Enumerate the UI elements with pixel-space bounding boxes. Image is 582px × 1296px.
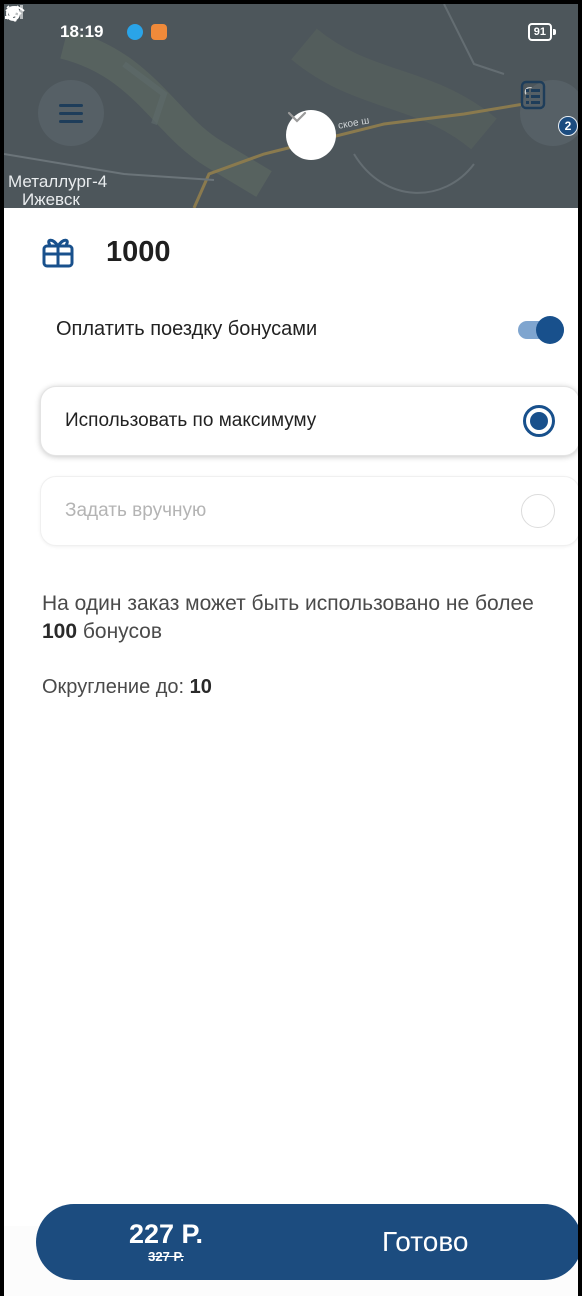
option-use-maximum-radio[interactable] (523, 405, 555, 437)
bonus-limit-text: На один заказ может быть использовано не… (42, 590, 562, 646)
price-box: 227 Р. 327 Р. (36, 1219, 296, 1265)
orders-button[interactable] (520, 80, 578, 146)
map-label-city: Ижевск (22, 190, 80, 208)
bonus-limit-prefix: На один заказ может быть использовано не… (42, 592, 534, 615)
bonus-limit-value: 100 (42, 620, 78, 643)
rounding-label: Округление до: (42, 676, 190, 698)
rounding-text: Округление до: 10 (42, 676, 212, 699)
bonus-balance-row: 1000 (40, 234, 171, 270)
toggle-thumb (536, 316, 564, 344)
collapse-button[interactable] (286, 110, 336, 160)
phone-screen: 18:19 91 Металлург-4 Ижевск ское ш 2 100… (0, 0, 582, 1296)
option-set-manually-radio[interactable] (521, 494, 555, 528)
order-list-icon (520, 80, 546, 110)
gift-icon (42, 238, 74, 268)
hamburger-icon-line (59, 103, 83, 107)
bonus-sheet: 1000 Оплатить поездку бонусами Использов… (4, 208, 578, 1296)
telegram-icon (8, 9, 144, 40)
hamburger-icon-line (59, 111, 83, 115)
orders-count-badge: 2 (558, 116, 578, 136)
menu-button[interactable] (38, 80, 104, 146)
status-bar: 18:19 91 (4, 4, 578, 60)
pay-with-bonuses-toggle[interactable] (518, 314, 566, 344)
pay-with-bonuses-label: Оплатить поездку бонусами (56, 317, 318, 340)
status-time: 18:19 (60, 22, 104, 41)
option-set-manually[interactable]: Задать вручную (40, 476, 578, 546)
bonus-limit-suffix: бонусов (77, 620, 163, 643)
bonus-balance: 1000 (106, 235, 171, 268)
option-set-manually-label: Задать вручную (65, 500, 207, 521)
price-old: 327 Р. (148, 1249, 184, 1264)
chevron-down-icon (287, 111, 307, 123)
map-view[interactable]: 18:19 91 Металлург-4 Ижевск ское ш 2 (4, 4, 578, 208)
done-label: Готово (382, 1226, 469, 1257)
hamburger-icon-line (59, 119, 83, 123)
pay-with-bonuses-row[interactable]: Оплатить поездку бонусами (56, 304, 566, 354)
option-use-maximum[interactable]: Использовать по максимуму (40, 386, 578, 456)
price-new: 227 Р. (128, 1219, 203, 1249)
app-notification-icon (8, 8, 168, 40)
status-left: 18:19 (6, 5, 168, 42)
status-right: 91 (5, 5, 557, 41)
rounding-value: 10 (189, 676, 212, 698)
map-label-district: Металлург-4 (8, 172, 108, 191)
battery-indicator: 91 (527, 23, 557, 41)
done-button[interactable]: 227 Р. 327 Р. Готово (36, 1204, 578, 1280)
option-use-maximum-label: Использовать по максимуму (65, 410, 317, 431)
